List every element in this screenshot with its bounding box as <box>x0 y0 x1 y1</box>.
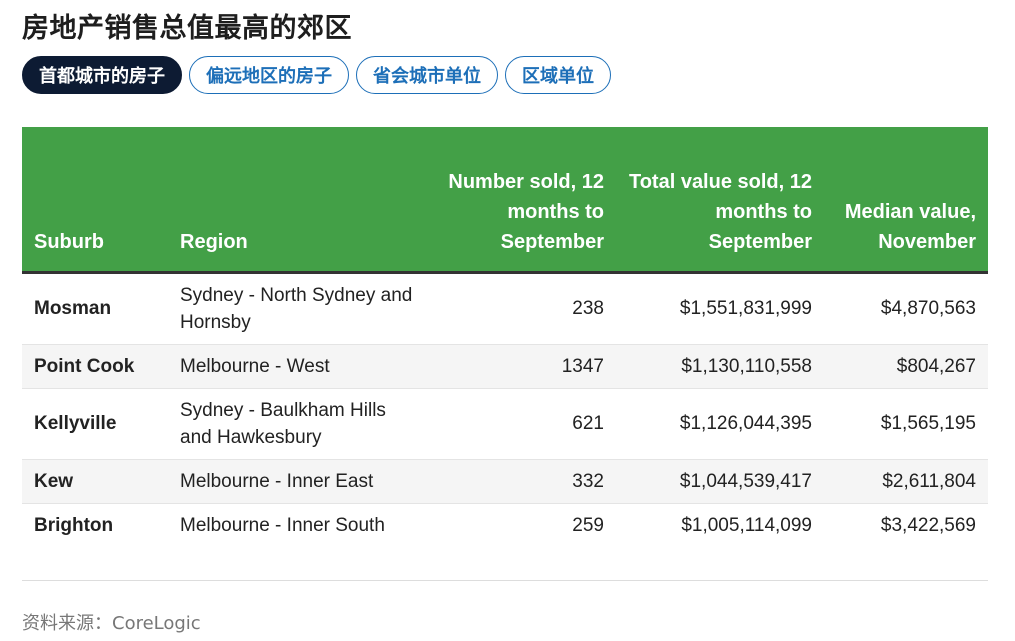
cell-suburb: Kew <box>22 459 168 503</box>
table-row: Kellyville Sydney - Baulkham Hills and H… <box>22 388 988 459</box>
cell-total-value: $1,044,539,417 <box>616 459 824 503</box>
column-header-number-sold[interactable]: Number sold, 12 months to September <box>434 127 616 274</box>
page: 房地产销售总值最高的郊区 首都城市的房子 偏远地区的房子 省会城市单位 区域单位… <box>0 0 1015 641</box>
tab-bar: 首都城市的房子 偏远地区的房子 省会城市单位 区域单位 <box>22 56 611 94</box>
cell-suburb: Point Cook <box>22 344 168 388</box>
tab-capital-city-units[interactable]: 省会城市单位 <box>356 56 498 94</box>
cell-number-sold: 238 <box>572 298 604 319</box>
cell-median-value: $2,611,804 <box>824 459 988 503</box>
cell-suburb: Brighton <box>34 514 114 536</box>
cell-total-value: $1,005,114,099 <box>681 514 812 536</box>
cell-number-sold: 259 <box>572 514 604 536</box>
cell-number-sold: 332 <box>434 459 616 503</box>
column-header-total-value[interactable]: Total value sold, 12 months to September <box>616 127 824 274</box>
cell-region: Melbourne - Inner South <box>180 514 385 536</box>
footer-divider <box>22 580 988 581</box>
source-note: 资料来源：CoreLogic <box>22 613 201 634</box>
cell-total-value: $1,130,110,558 <box>616 344 824 388</box>
tab-regional-units[interactable]: 区域单位 <box>505 56 611 94</box>
table-row: Kew Melbourne - Inner East 332 $1,044,53… <box>22 459 988 503</box>
cell-median-value: $4,870,563 <box>880 298 976 319</box>
suburb-sales-table: Suburb Region Number sold, 12 months to … <box>22 127 988 547</box>
cell-median-value: $804,267 <box>824 344 988 388</box>
table-header-row: Suburb Region Number sold, 12 months to … <box>22 127 988 274</box>
cell-number-sold: 1347 <box>434 344 616 388</box>
table-row: Point Cook Melbourne - West 1347 $1,130,… <box>22 344 988 388</box>
cell-total-value: $1,551,831,999 <box>679 298 812 319</box>
column-header-suburb[interactable]: Suburb <box>22 127 168 274</box>
table-row: Brighton Melbourne - Inner South 259 $1,… <box>22 503 988 547</box>
cell-region: Melbourne - Inner East <box>168 459 434 503</box>
cell-number-sold: 621 <box>572 413 604 434</box>
column-header-region[interactable]: Region <box>168 127 434 274</box>
cell-region: Sydney - North Sydney and Hornsby <box>180 284 413 333</box>
cell-region: Melbourne - West <box>168 344 434 388</box>
cell-suburb: Kellyville <box>34 413 117 434</box>
cell-median-value: $3,422,569 <box>880 514 976 536</box>
cell-suburb: Mosman <box>34 298 112 319</box>
cell-median-value: $1,565,195 <box>880 413 976 434</box>
cell-total-value: $1,126,044,395 <box>679 413 812 434</box>
column-header-median-value[interactable]: Median value, November <box>824 127 988 274</box>
tab-regional-houses[interactable]: 偏远地区的房子 <box>189 56 349 94</box>
table-row: Mosman Sydney - North Sydney and Hornsby… <box>22 272 988 344</box>
page-title: 房地产销售总值最高的郊区 <box>22 13 352 44</box>
tab-capital-city-houses[interactable]: 首都城市的房子 <box>22 56 182 94</box>
cell-region: Sydney - Baulkham Hills and Hawkesbury <box>180 399 386 448</box>
